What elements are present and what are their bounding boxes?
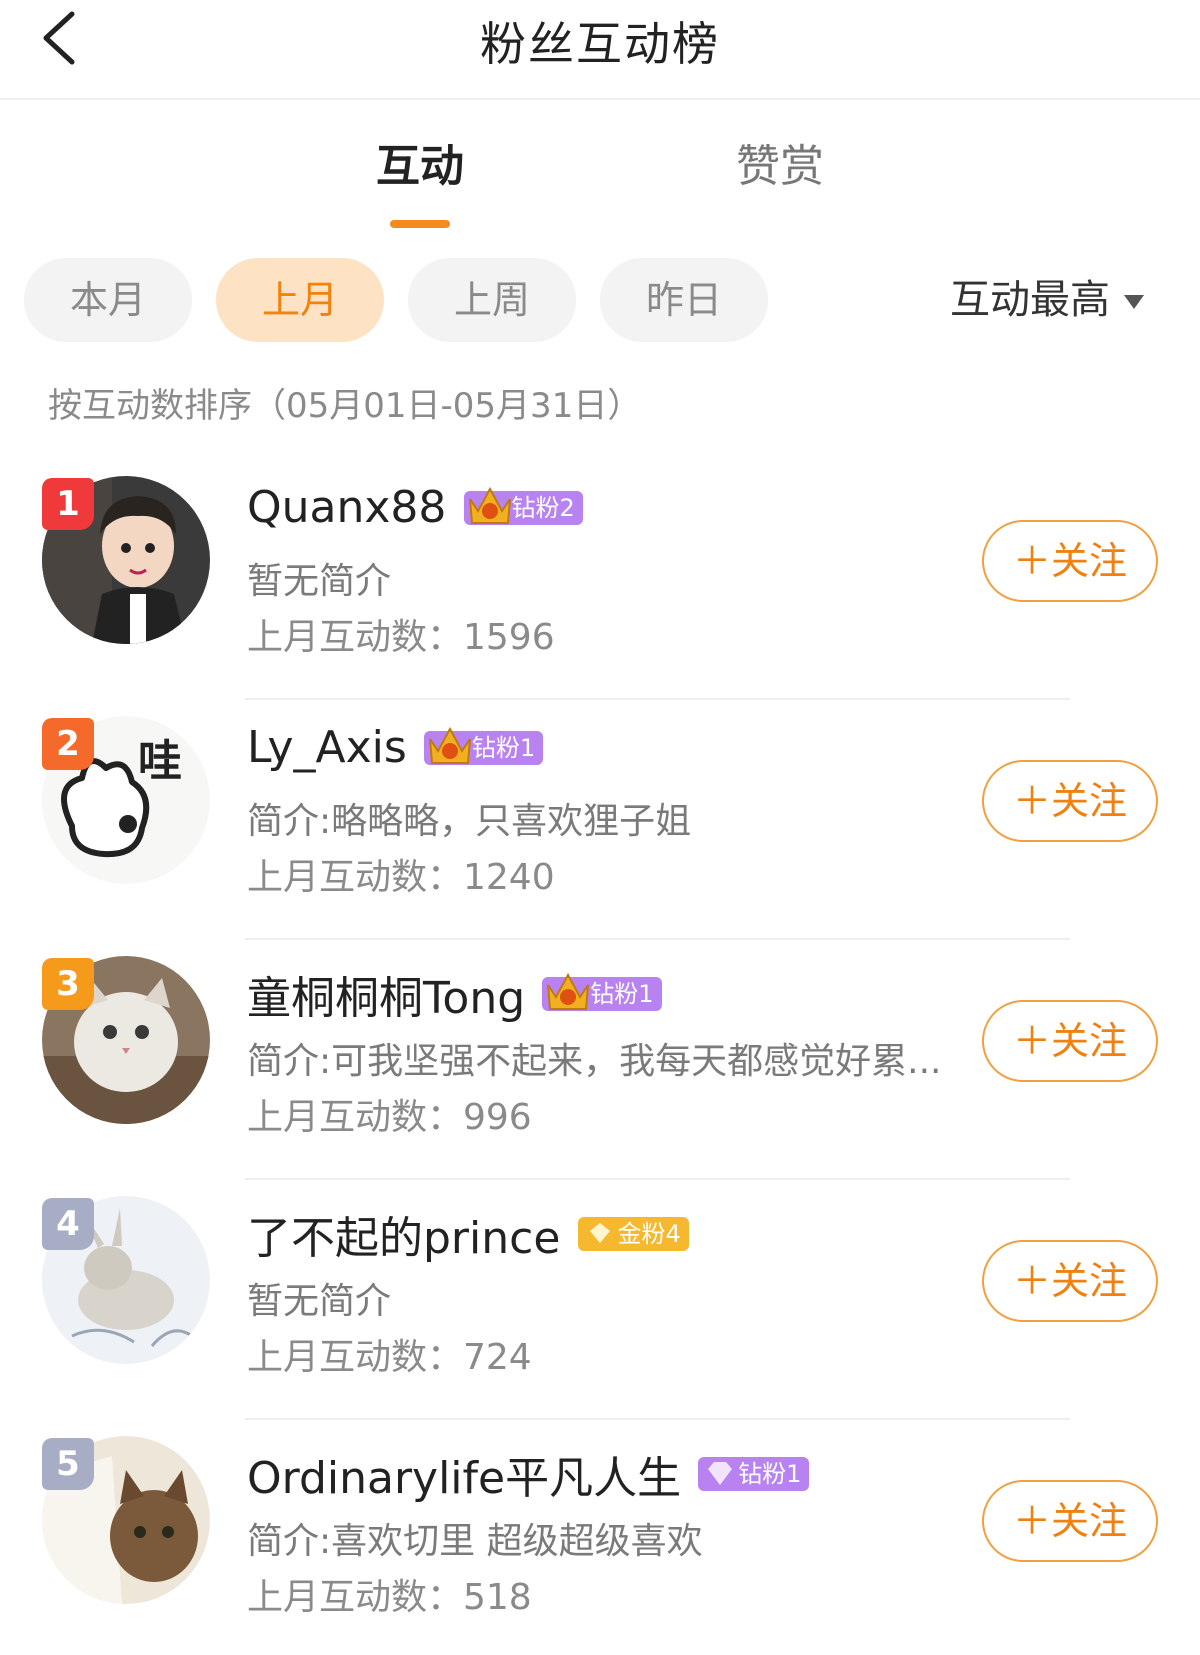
tab-interaction[interactable]: 互动 [320,130,520,194]
rank-badge: 4 [42,1198,94,1250]
tab-rewards[interactable]: 赞赏 [680,130,880,194]
fan-name-line: Ly_Axis 钻粉1 [247,722,544,778]
fan-bio: 暂无简介 [247,1281,392,1322]
fan-level-badge: 钻粉1 [423,726,544,767]
nav-bar: 粉丝互动榜 [0,0,1200,100]
follow-button[interactable]: ＋关注 [982,1000,1158,1082]
fan-interaction-count: 上月互动数：724 [247,1337,532,1378]
follow-button[interactable]: ＋关注 [982,520,1158,602]
filter-yesterday[interactable]: 昨日 [600,258,768,342]
filter-last-month[interactable]: 上月 [216,258,384,342]
rank-badge: 1 [42,478,94,530]
fan-name-line: 童桐桐桐Tong 钻粉1 [247,962,662,1024]
tab-bar: 互动 赞赏 [0,130,1200,230]
tab-active-indicator [390,220,450,228]
fan-name[interactable]: Ordinarylife平凡人生 [247,1453,681,1504]
period-filter-bar: 本月 上月 上周 昨日 互动最高 [0,258,1200,342]
diamond-icon [702,1457,739,1491]
follow-button[interactable]: ＋关注 [982,1240,1158,1322]
caret-down-icon [1124,295,1144,309]
sort-dropdown[interactable]: 互动最高 [950,258,1144,342]
fan-name-line: 了不起的prince 金粉4 [247,1202,689,1264]
fan-interaction-count: 上月互动数：1240 [247,857,555,898]
fan-level-badge: 金粉4 [577,1215,689,1253]
follow-button[interactable]: ＋关注 [982,1480,1158,1562]
filter-this-month[interactable]: 本月 [24,258,192,342]
fan-name-line: Quanx88 钻粉2 [247,482,583,538]
fan-bio: 简介:略略略，只喜欢狸子姐 [247,801,692,842]
fan-bio: 简介:可我坚强不起来，我每天都感觉好累... [247,1041,942,1082]
fan-bio: 暂无简介 [247,561,392,602]
fan-name[interactable]: Quanx88 [247,482,446,533]
rank-badge: 5 [42,1438,94,1490]
fan-name[interactable]: Ly_Axis [247,722,407,773]
svg-text:哇: 哇 [138,736,182,787]
crown-icon [547,972,590,1010]
fan-level-badge: 钻粉1 [542,972,662,1013]
crown-icon [428,726,471,764]
fan-interaction-count: 上月互动数：518 [247,1577,532,1618]
list-item[interactable]: 1 Quanx88 钻粉2 暂无简介 上月互动数：1596 ＋关注 [0,460,1200,700]
sort-dropdown-label: 互动最高 [950,277,1110,323]
fan-name[interactable]: 了不起的prince [247,1213,560,1264]
rank-badge: 2 [42,718,94,770]
list-item[interactable]: 5 Ordinarylife平凡人生 钻粉1 简介:喜欢切里 超级超级喜欢 上月… [0,1420,1200,1655]
fan-name-line: Ordinarylife平凡人生 钻粉1 [247,1442,810,1504]
fan-interaction-count: 上月互动数：996 [247,1097,532,1138]
list-item[interactable]: 3 童桐桐桐Tong 钻粉1 简介:可我坚强不起来，我每天都感觉好累... 上月… [0,940,1200,1180]
fan-level-badge: 钻粉1 [698,1455,810,1493]
crown-icon [468,486,511,524]
fan-interaction-count: 上月互动数：1596 [247,617,555,658]
list-item[interactable]: 2 哇 Ly_Axis 钻粉1 简介:略略略，只喜欢狸子姐 上月互动数：1240… [0,700,1200,940]
rank-badge: 3 [42,958,94,1010]
list-item[interactable]: 4 了不起的prince 金粉4 暂无简介 上月互动数：724 ＋关注 [0,1180,1200,1420]
gold-gem-icon [581,1217,618,1251]
filter-last-week[interactable]: 上周 [408,258,576,342]
page-title: 粉丝互动榜 [480,17,720,71]
sort-caption: 按互动数排序（05月01日-05月31日） [48,386,642,426]
fan-name[interactable]: 童桐桐桐Tong [247,973,525,1024]
fan-bio: 简介:喜欢切里 超级超级喜欢 [247,1521,703,1562]
follow-button[interactable]: ＋关注 [982,760,1158,842]
fan-level-badge: 钻粉2 [463,486,583,527]
